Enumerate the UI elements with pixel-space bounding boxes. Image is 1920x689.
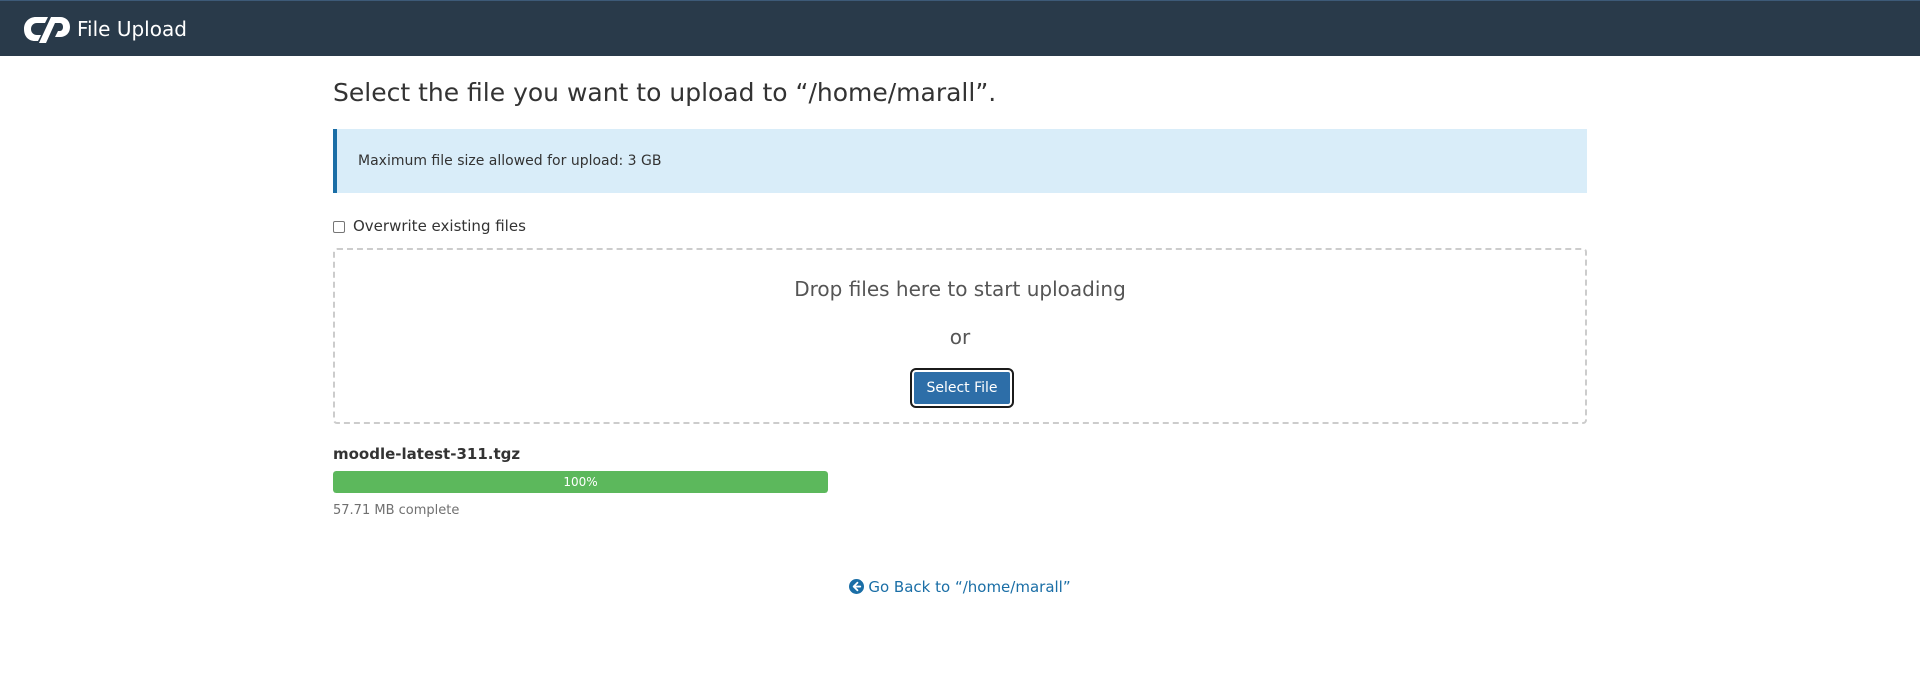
overwrite-option[interactable]: Overwrite existing files: [333, 216, 526, 236]
overwrite-checkbox[interactable]: [333, 221, 345, 233]
upload-progress-label: 100%: [563, 475, 598, 489]
app-title: File Upload: [77, 17, 187, 41]
overwrite-label[interactable]: Overwrite existing files: [353, 217, 526, 235]
file-dropzone[interactable]: Drop files here to start uploading or Se…: [333, 248, 1587, 424]
page-title: Select the file you want to upload to “/…: [333, 78, 997, 107]
upload-file-name: moodle-latest-311.tgz: [333, 445, 521, 463]
max-size-text: Maximum file size allowed for upload: 3 …: [358, 153, 662, 169]
upload-status-text: 57.71 MB complete: [333, 503, 460, 518]
upload-progress-fill: 100%: [333, 471, 828, 493]
go-back-label[interactable]: Go Back to “/home/marall”: [868, 578, 1070, 596]
go-back-link[interactable]: Go Back to “/home/marall”: [333, 577, 1587, 597]
select-file-button[interactable]: Select File: [910, 368, 1014, 408]
cpanel-logo-icon[interactable]: [22, 11, 72, 47]
max-size-alert: Maximum file size allowed for upload: 3 …: [333, 129, 1587, 193]
drop-files-text: Drop files here to start uploading: [794, 277, 1126, 301]
or-text: or: [949, 325, 971, 349]
top-bar: File Upload: [0, 0, 1920, 56]
upload-progress-bar: 100%: [333, 471, 828, 493]
arrow-circle-left-icon: [849, 579, 865, 594]
